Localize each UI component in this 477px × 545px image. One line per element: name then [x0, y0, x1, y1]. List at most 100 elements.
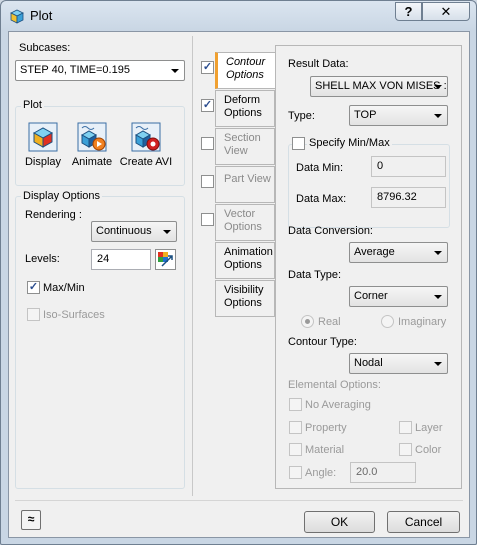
- type-label: Type:: [288, 110, 315, 122]
- rendering-value: Continuous: [96, 225, 152, 237]
- no-averaging-checkbox[interactable]: [289, 398, 302, 411]
- levels-input[interactable]: 24: [91, 249, 151, 270]
- tab-label-line: Vector: [224, 208, 256, 220]
- data-conversion-value: Average: [354, 246, 395, 258]
- specify-minmax-checkbox[interactable]: [292, 137, 305, 150]
- tab-label-line: Contour: [226, 56, 266, 68]
- maxmin-label: Max/Min: [43, 282, 85, 294]
- result-data-label: Result Data:: [288, 58, 349, 70]
- data-max-label: Data Max:: [296, 193, 347, 205]
- create-avi-icon: [131, 122, 161, 152]
- subcases-value: STEP 40, TIME=0.195: [20, 64, 130, 76]
- title-bar[interactable]: Plot ? ✕: [1, 1, 476, 31]
- no-averaging-label: No Averaging: [305, 399, 371, 411]
- tab-part-view[interactable]: Part View: [215, 166, 275, 203]
- cancel-label: Cancel: [404, 515, 443, 529]
- material-checkbox[interactable]: [289, 443, 302, 456]
- real-radio[interactable]: [301, 315, 314, 328]
- color-scale-button[interactable]: [155, 249, 176, 270]
- maxmin-checkbox[interactable]: ✓: [27, 281, 40, 294]
- chevron-down-icon: [434, 362, 442, 366]
- ok-button[interactable]: OK: [304, 511, 375, 533]
- type-value: TOP: [354, 109, 377, 121]
- section-view-checkbox[interactable]: [201, 137, 214, 150]
- data-min-value: 0: [377, 160, 384, 172]
- imaginary-radio[interactable]: [381, 315, 394, 328]
- chevron-down-icon: [163, 230, 171, 234]
- data-type-select[interactable]: Corner: [349, 286, 448, 307]
- contour-type-value: Nodal: [354, 357, 383, 369]
- layer-label: Layer: [415, 422, 443, 434]
- plot-app-icon: [10, 9, 24, 24]
- tab-animation-options[interactable]: Animation Options: [215, 242, 275, 279]
- tab-label-line: Deform: [224, 94, 261, 106]
- type-select[interactable]: TOP: [349, 105, 448, 126]
- levels-value: 24: [97, 253, 110, 265]
- tab-label-line: Section: [224, 132, 261, 144]
- isosurfaces-checkbox[interactable]: [27, 308, 40, 321]
- display-options-title: Display Options: [21, 190, 103, 202]
- data-conversion-select[interactable]: Average: [349, 242, 448, 263]
- chevron-down-icon: [434, 85, 442, 89]
- double-chevron-up-icon: ≈: [27, 512, 35, 526]
- angle-checkbox[interactable]: [289, 466, 302, 479]
- vector-options-checkbox[interactable]: [201, 213, 214, 226]
- column-divider: [192, 36, 193, 496]
- cancel-button[interactable]: Cancel: [387, 511, 460, 533]
- data-max-input[interactable]: 8796.32: [371, 187, 446, 208]
- tab-contour-options[interactable]: Contour Options: [215, 52, 275, 89]
- color-checkbox[interactable]: [399, 443, 412, 456]
- expand-button[interactable]: ≈: [21, 510, 41, 530]
- subcases-label: Subcases:: [19, 42, 71, 54]
- tab-label-line: Options: [224, 221, 262, 233]
- tab-section-view[interactable]: Section View: [215, 128, 275, 165]
- display-button[interactable]: Display: [23, 122, 63, 168]
- tab-label-line: Options: [224, 297, 262, 309]
- angle-input[interactable]: 20.0: [350, 462, 416, 483]
- layer-checkbox[interactable]: [399, 421, 412, 434]
- animate-button[interactable]: Animate: [69, 122, 115, 168]
- rendering-select[interactable]: Continuous: [91, 221, 177, 242]
- tab-deform-options[interactable]: Deform Options: [215, 90, 275, 127]
- footer-divider: [15, 500, 463, 501]
- data-type-label: Data Type:: [288, 269, 341, 281]
- tab-label-line: Options: [226, 69, 264, 81]
- contour-options-checkbox[interactable]: ✓: [201, 61, 214, 74]
- data-max-value: 8796.32: [377, 191, 417, 203]
- contour-options-panel: Result Data: SHELL MAX VON MISES : Type:…: [275, 45, 462, 489]
- chevron-down-icon: [434, 251, 442, 255]
- part-view-checkbox[interactable]: [201, 175, 214, 188]
- data-type-value: Corner: [354, 290, 388, 302]
- chevron-down-icon: [171, 69, 179, 73]
- result-data-select[interactable]: SHELL MAX VON MISES :: [310, 76, 448, 97]
- tab-visibility-options[interactable]: Visibility Options: [215, 280, 275, 317]
- subcases-select[interactable]: STEP 40, TIME=0.195: [15, 60, 185, 81]
- property-label: Property: [305, 422, 347, 434]
- close-icon: ✕: [440, 4, 452, 19]
- help-button[interactable]: ?: [395, 2, 422, 21]
- deform-options-checkbox[interactable]: ✓: [201, 99, 214, 112]
- tab-vector-options[interactable]: Vector Options: [215, 204, 275, 241]
- imaginary-label: Imaginary: [398, 316, 447, 328]
- chevron-down-icon: [434, 295, 442, 299]
- data-conversion-label: Data Conversion:: [288, 225, 373, 237]
- plot-group-title: Plot: [21, 99, 44, 111]
- tab-label-line: Animation: [224, 246, 273, 258]
- close-button[interactable]: ✕: [422, 2, 470, 21]
- property-checkbox[interactable]: [289, 421, 302, 434]
- contour-type-select[interactable]: Nodal: [349, 353, 448, 374]
- angle-label: Angle:: [305, 467, 337, 479]
- real-label: Real: [318, 316, 341, 328]
- dialog-body: Subcases: STEP 40, TIME=0.195 Plot Displ…: [8, 31, 470, 538]
- color-label: Color: [415, 444, 442, 456]
- ok-label: OK: [330, 515, 349, 529]
- contour-type-label: Contour Type:: [288, 336, 357, 348]
- tab-label-line: Options: [224, 259, 262, 271]
- create-avi-button[interactable]: Create AVI: [117, 122, 175, 168]
- data-min-input[interactable]: 0: [371, 156, 446, 177]
- help-icon: ?: [404, 4, 413, 19]
- display-label: Display: [24, 156, 62, 168]
- display-icon: [28, 122, 58, 152]
- tab-label-line: View: [224, 145, 248, 157]
- levels-label: Levels:: [25, 253, 60, 265]
